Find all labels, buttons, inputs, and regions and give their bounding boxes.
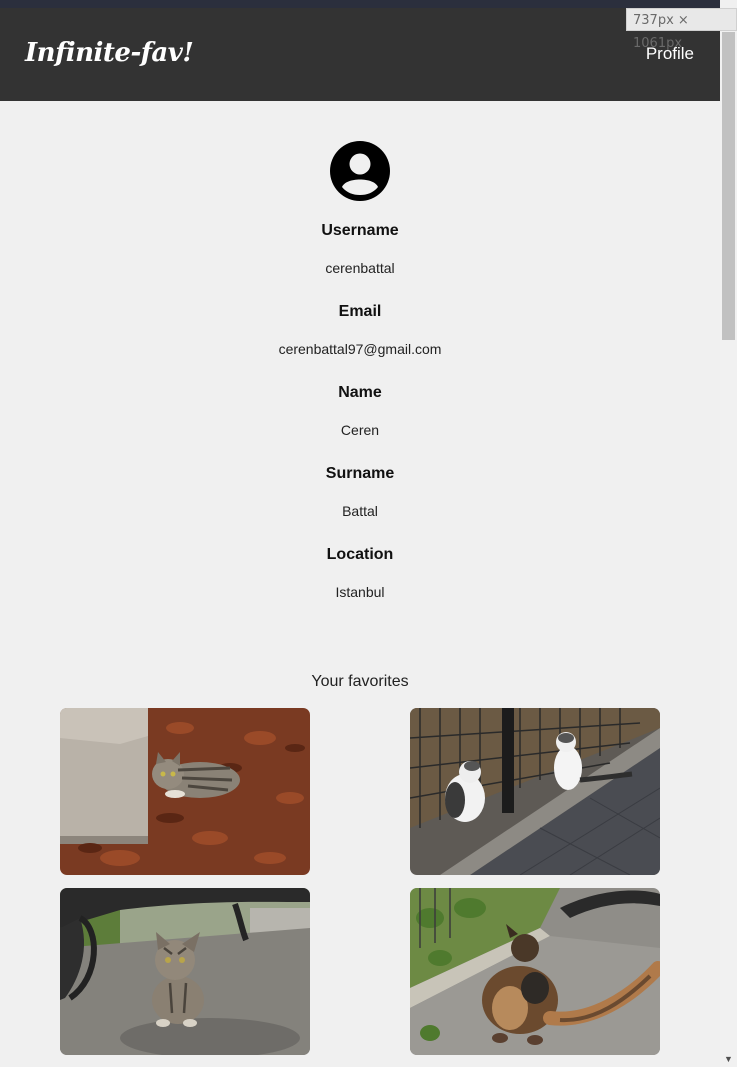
- scrollbar-thumb[interactable]: [722, 32, 735, 340]
- scroll-down-arrow-icon[interactable]: ▼: [720, 1053, 737, 1065]
- user-circle-icon: [330, 141, 390, 201]
- favorite-cat-photo[interactable]: [410, 708, 660, 875]
- favorite-cat-photo[interactable]: [410, 888, 660, 1055]
- surname-label: Surname: [325, 465, 395, 482]
- browser-viewport: 737px × 1061px Infinite-fav! Profile ▼ U…: [0, 0, 737, 1067]
- brand-logo[interactable]: Infinite-fav!: [25, 38, 194, 68]
- viewport-size-badge: 737px × 1061px: [626, 8, 737, 51]
- vertical-scrollbar[interactable]: ▼: [720, 8, 737, 1067]
- favorite-cat-photo[interactable]: [60, 708, 310, 875]
- name-label: Name: [338, 384, 382, 401]
- location-field: Location Istanbul: [0, 546, 720, 600]
- username-label: Username: [321, 222, 399, 239]
- browser-top-strip: [0, 0, 720, 8]
- username-value: cerenbattal: [325, 260, 395, 276]
- name-value: Ceren: [340, 422, 380, 438]
- surname-value: Battal: [342, 503, 378, 519]
- email-label: Email: [338, 303, 382, 320]
- username-field: Username cerenbattal: [0, 222, 720, 276]
- favorite-cat-photo[interactable]: [60, 888, 310, 1055]
- surname-field: Surname Battal: [0, 465, 720, 519]
- name-field: Name Ceren: [0, 384, 720, 438]
- email-field: Email cerenbattal97@gmail.com: [0, 303, 720, 357]
- navbar: Infinite-fav! Profile: [0, 8, 720, 101]
- location-label: Location: [326, 546, 394, 563]
- favorites-title: Your favorites: [311, 673, 409, 690]
- location-value: Istanbul: [335, 584, 385, 600]
- email-value: cerenbattal97@gmail.com: [278, 341, 442, 357]
